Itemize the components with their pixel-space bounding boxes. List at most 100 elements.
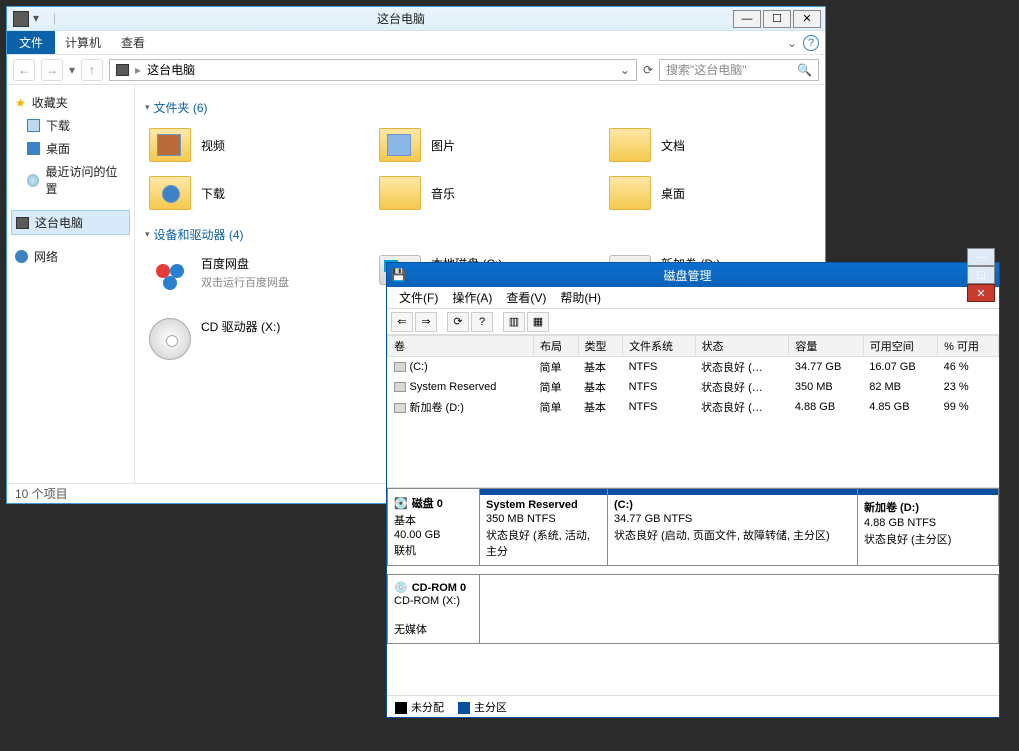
- pc-icon: [13, 11, 29, 27]
- address-field[interactable]: ▸ 这台电脑 ⌄: [109, 59, 637, 81]
- search-icon: 🔍: [797, 63, 812, 77]
- close-button[interactable]: ✕: [967, 284, 995, 302]
- window-title: 这台电脑: [71, 10, 731, 27]
- partition-c[interactable]: (C:)34.77 GB NTFS状态良好 (启动, 页面文件, 故障转储, 主…: [608, 489, 858, 565]
- tb-properties-button[interactable]: ?: [471, 312, 493, 332]
- search-input[interactable]: 搜索"这台电脑" 🔍: [659, 59, 819, 81]
- dropdown-icon[interactable]: ▾: [33, 11, 49, 27]
- col-volume[interactable]: 卷: [388, 336, 534, 357]
- disk-row-cdrom[interactable]: 💿CD-ROM 0 CD-ROM (X:) 无媒体: [387, 574, 999, 644]
- desktop-icon: [27, 142, 40, 155]
- pc-icon: [116, 64, 129, 76]
- menu-help[interactable]: 帮助(H): [554, 287, 607, 308]
- section-folders[interactable]: ▾文件夹 (6): [145, 99, 815, 116]
- drive-baidu[interactable]: 百度网盘双击运行百度网盘: [145, 251, 355, 308]
- close-button[interactable]: ✕: [793, 10, 821, 28]
- maximize-button[interactable]: ☐: [967, 266, 995, 284]
- tb-view2-button[interactable]: ▦: [527, 312, 549, 332]
- tb-view1-button[interactable]: ▥: [503, 312, 525, 332]
- col-fs[interactable]: 文件系统: [623, 336, 696, 357]
- partition-d[interactable]: 新加卷 (D:)4.88 GB NTFS状态良好 (主分区): [858, 489, 998, 565]
- col-free[interactable]: 可用空间: [863, 336, 937, 357]
- volume-icon: [394, 382, 406, 392]
- folder-icon: [149, 176, 191, 210]
- search-placeholder: 搜索"这台电脑": [666, 61, 747, 78]
- minimize-button[interactable]: —: [967, 248, 995, 266]
- explorer-addressbar: ← → ▾ ↑ ▸ 这台电脑 ⌄ ⟳ 搜索"这台电脑" 🔍: [7, 55, 825, 85]
- menu-view[interactable]: 查看(V): [500, 287, 552, 308]
- download-icon: [27, 119, 40, 132]
- cd-icon: [149, 318, 191, 360]
- maximize-button[interactable]: ☐: [763, 10, 791, 28]
- table-row[interactable]: 新加卷 (D:)简单基本NTFS状态良好 (…4.88 GB4.85 GB99 …: [388, 397, 999, 417]
- refresh-button[interactable]: ⟳: [643, 63, 653, 77]
- pc-icon: [16, 217, 29, 229]
- diskmgmt-icon: 💾: [391, 268, 406, 282]
- tb-back-button[interactable]: ⇐: [391, 312, 413, 332]
- address-dropdown-icon[interactable]: ⌄: [620, 63, 630, 77]
- menu-file[interactable]: 文件(F): [393, 287, 444, 308]
- legend-swatch-unallocated: [395, 702, 407, 714]
- separator-icon: |: [53, 11, 69, 27]
- col-pct[interactable]: % 可用: [938, 336, 999, 357]
- folder-desktop[interactable]: 桌面: [605, 172, 815, 214]
- col-type[interactable]: 类型: [578, 336, 623, 357]
- section-devices[interactable]: ▾设备和驱动器 (4): [145, 226, 815, 243]
- table-row[interactable]: (C:)简单基本NTFS状态良好 (…34.77 GB16.07 GB46 %: [388, 357, 999, 378]
- sidebar-item-desktop[interactable]: 桌面: [11, 137, 130, 160]
- disk-header: 💿CD-ROM 0 CD-ROM (X:) 无媒体: [388, 575, 480, 643]
- volume-icon: [394, 403, 406, 413]
- col-layout[interactable]: 布局: [534, 336, 579, 357]
- menu-action[interactable]: 操作(A): [446, 287, 498, 308]
- disk-icon: 💽: [394, 497, 408, 510]
- sidebar-item-thispc[interactable]: 这台电脑: [11, 210, 130, 235]
- col-capacity[interactable]: 容量: [789, 336, 863, 357]
- sidebar-item-recent[interactable]: 最近访问的位置: [11, 160, 130, 200]
- partition-system-reserved[interactable]: System Reserved350 MB NTFS状态良好 (系统, 活动, …: [480, 489, 608, 565]
- sidebar-item-favorites[interactable]: ★收藏夹: [11, 91, 130, 114]
- network-icon: [15, 250, 28, 263]
- diskmgmt-menubar: 文件(F) 操作(A) 查看(V) 帮助(H): [387, 287, 999, 309]
- sidebar-item-downloads[interactable]: 下载: [11, 114, 130, 137]
- table-row[interactable]: System Reserved简单基本NTFS状态良好 (…350 MB82 M…: [388, 377, 999, 397]
- minimize-button[interactable]: —: [733, 10, 761, 28]
- folder-videos[interactable]: 视频: [145, 124, 355, 166]
- col-status[interactable]: 状态: [695, 336, 789, 357]
- partition-empty: [480, 575, 998, 643]
- tb-forward-button[interactable]: ⇒: [415, 312, 437, 332]
- diskmgmt-window: 💾 磁盘管理 — ☐ ✕ 文件(F) 操作(A) 查看(V) 帮助(H) ⇐ ⇒…: [386, 262, 1000, 718]
- baidu-icon: [149, 255, 191, 297]
- diskmgmt-titlebar[interactable]: 💾 磁盘管理 — ☐ ✕: [387, 263, 999, 287]
- sidebar-item-network[interactable]: 网络: [11, 245, 130, 268]
- diskmgmt-toolbar: ⇐ ⇒ ⟳ ? ▥ ▦: [387, 309, 999, 335]
- breadcrumb[interactable]: 这台电脑: [147, 61, 195, 78]
- nav-back-button[interactable]: ←: [13, 59, 35, 81]
- folder-downloads[interactable]: 下载: [145, 172, 355, 214]
- ribbon-expand-icon[interactable]: ⌄: [787, 36, 797, 50]
- explorer-titlebar[interactable]: ▾ | 这台电脑 — ☐ ✕: [7, 7, 825, 31]
- ribbon-tab-computer[interactable]: 计算机: [55, 30, 111, 55]
- folder-pictures[interactable]: 图片: [375, 124, 585, 166]
- tb-refresh-button[interactable]: ⟳: [447, 312, 469, 332]
- folder-icon: [379, 128, 421, 162]
- folder-icon: [379, 176, 421, 210]
- ribbon-tab-view[interactable]: 查看: [111, 30, 155, 55]
- volume-table[interactable]: 卷 布局 类型 文件系统 状态 容量 可用空间 % 可用 (C:)简单基本NTF…: [387, 335, 999, 488]
- folder-icon: [609, 128, 651, 162]
- status-text: 10 个项目: [15, 485, 68, 502]
- nav-forward-button[interactable]: →: [41, 59, 63, 81]
- nav-up-button[interactable]: ↑: [81, 59, 103, 81]
- folder-icon: [609, 176, 651, 210]
- folder-documents[interactable]: 文档: [605, 124, 815, 166]
- recent-icon: [27, 174, 39, 187]
- folder-music[interactable]: 音乐: [375, 172, 585, 214]
- help-icon[interactable]: ?: [803, 35, 819, 51]
- drive-cd[interactable]: CD 驱动器 (X:): [145, 314, 355, 364]
- diskmgmt-legend: 未分配 主分区: [387, 695, 999, 717]
- explorer-sidebar: ★收藏夹 下载 桌面 最近访问的位置 这台电脑 网络: [7, 85, 135, 483]
- explorer-ribbon: 文件 计算机 查看 ⌄ ?: [7, 31, 825, 55]
- ribbon-tab-file[interactable]: 文件: [7, 31, 55, 54]
- disk-row-0[interactable]: 💽磁盘 0 基本 40.00 GB 联机 System Reserved350 …: [387, 488, 999, 566]
- nav-history-icon[interactable]: ▾: [69, 63, 75, 77]
- window-title: 磁盘管理: [410, 267, 965, 284]
